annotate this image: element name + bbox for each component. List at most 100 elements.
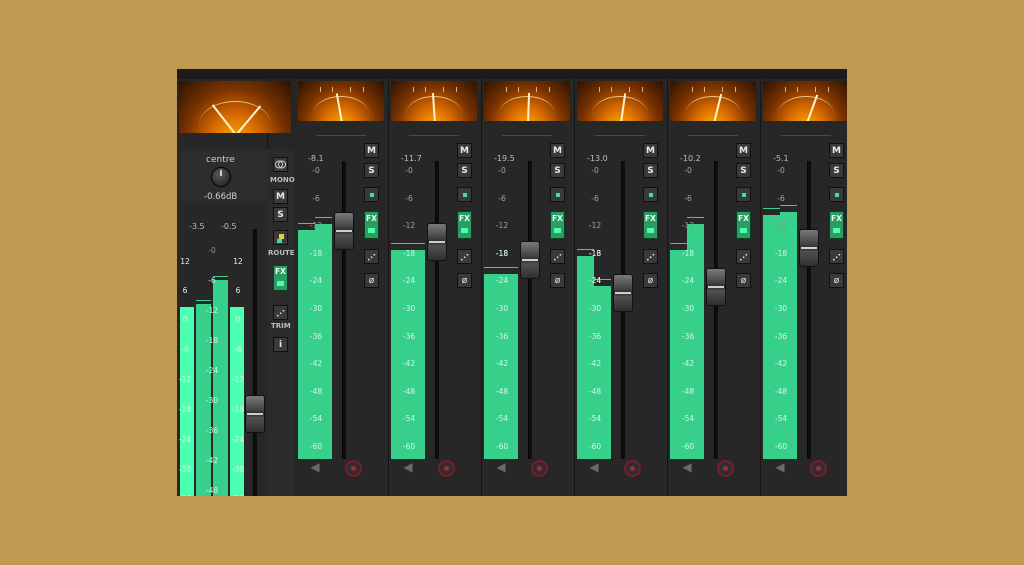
- channel-mute-button[interactable]: M: [457, 143, 472, 158]
- record-icon[interactable]: [438, 460, 455, 477]
- channel-scale-label-overlay: -60: [402, 442, 416, 451]
- record-icon[interactable]: [345, 460, 362, 477]
- channel-phase-button[interactable]: ø: [829, 273, 844, 288]
- channel-mute-button[interactable]: M: [643, 143, 658, 158]
- channel-phase-button[interactable]: ø: [457, 273, 472, 288]
- channel-solo-button[interactable]: S: [643, 163, 658, 178]
- channel-send-button[interactable]: [550, 187, 565, 202]
- speaker-icon[interactable]: ◀: [587, 460, 601, 474]
- channel-scale-label-overlay: -0: [498, 166, 506, 175]
- channel-automation-button[interactable]: ⋰: [736, 249, 751, 264]
- channel-scale-label-overlay: -60: [588, 442, 602, 451]
- channel-solo-button[interactable]: S: [736, 163, 751, 178]
- record-icon[interactable]: [810, 460, 827, 477]
- channel-solo-button[interactable]: S: [550, 163, 565, 178]
- channel-automation-button[interactable]: ⋰: [364, 249, 379, 264]
- channel-scale-label-overlay: -54: [681, 414, 695, 423]
- channel-phase-button[interactable]: ø: [364, 273, 379, 288]
- speaker-icon[interactable]: ◀: [773, 460, 787, 474]
- vu-tick: [319, 86, 321, 93]
- master-fx-label: FX: [275, 267, 286, 276]
- record-icon[interactable]: [717, 460, 734, 477]
- channel-send-button[interactable]: [829, 187, 844, 202]
- vu-arc: [778, 96, 834, 121]
- master-automation-button[interactable]: ⋰: [273, 305, 288, 320]
- fx-active-indicator: [833, 228, 840, 233]
- channel-send-button[interactable]: [736, 187, 751, 202]
- channel-peak-hold: [687, 217, 704, 218]
- channel-scale-label-overlay: -30: [774, 304, 788, 313]
- channel-peak-hold: [391, 243, 408, 244]
- channel-scale-label-overlay: -24: [402, 276, 416, 285]
- channel-solo-button[interactable]: S: [364, 163, 379, 178]
- master-fader-handle[interactable]: [245, 395, 265, 433]
- channel-fader-handle[interactable]: [334, 212, 354, 250]
- channel-fader-handle[interactable]: [613, 274, 633, 312]
- info-button[interactable]: i: [273, 337, 288, 352]
- channel-solo-button[interactable]: S: [457, 163, 472, 178]
- channel-send-button[interactable]: [643, 187, 658, 202]
- automation-icon: ⋰: [460, 253, 469, 262]
- master-scale-right-label: 12: [233, 257, 243, 266]
- channel-strip: -10.2-0-6-12-18-24-30-36-42-48-54-60-0-6…: [668, 79, 761, 496]
- channel-fader-handle[interactable]: [520, 241, 540, 279]
- automation-icon: ⋰: [739, 253, 748, 262]
- master-mute-button[interactable]: M: [273, 189, 288, 204]
- channel-phase-button[interactable]: ø: [736, 273, 751, 288]
- channel-fx-button[interactable]: FX: [457, 211, 472, 239]
- vu-tick: [518, 86, 520, 93]
- master-scale-right-label: -24: [231, 435, 245, 444]
- channel-automation-button[interactable]: ⋰: [457, 249, 472, 264]
- channel-fader-handle[interactable]: [427, 223, 447, 261]
- channel-mute-button[interactable]: M: [364, 143, 379, 158]
- record-icon[interactable]: [624, 460, 641, 477]
- record-icon[interactable]: [531, 460, 548, 477]
- channel-fader-track: [528, 161, 532, 459]
- channel-separator: [781, 135, 831, 136]
- channel-separator: [409, 135, 459, 136]
- channel-fader-track: [342, 161, 346, 459]
- route-button[interactable]: [273, 230, 288, 245]
- channel-send-button[interactable]: [457, 187, 472, 202]
- channel-mute-button[interactable]: M: [736, 143, 751, 158]
- channel-automation-button[interactable]: ⋰: [829, 249, 844, 264]
- vu-tick: [442, 86, 444, 93]
- channel-scale-label-overlay: -12: [402, 221, 416, 230]
- channel-fx-button[interactable]: FX: [736, 211, 751, 239]
- vu-tick: [598, 86, 600, 93]
- channel-scale-label-overlay: -0: [684, 166, 692, 175]
- channel-fx-button[interactable]: FX: [643, 211, 658, 239]
- channel-fx-button[interactable]: FX: [364, 211, 379, 239]
- channel-solo-button[interactable]: S: [829, 163, 844, 178]
- channel-fx-button[interactable]: FX: [550, 211, 565, 239]
- channel-scale-label-overlay: -12: [681, 221, 695, 230]
- master-scale-left-label: -6: [181, 345, 189, 354]
- channel-strip: -11.7-0-6-12-18-24-30-36-42-48-54-60-0-6…: [389, 79, 482, 496]
- master-solo-button[interactable]: S: [273, 207, 288, 222]
- channel-mute-button[interactable]: M: [829, 143, 844, 158]
- channel-fader-handle[interactable]: [799, 229, 819, 267]
- channel-fx-button[interactable]: FX: [829, 211, 844, 239]
- channel-mute-button[interactable]: M: [550, 143, 565, 158]
- channel-automation-button[interactable]: ⋰: [550, 249, 565, 264]
- stereo-link-button[interactable]: [273, 157, 288, 172]
- channel-scale-label-overlay: -6: [777, 194, 785, 203]
- channel-scale-label-overlay: -18: [402, 249, 416, 258]
- speaker-icon[interactable]: ◀: [680, 460, 694, 474]
- channel-phase-button[interactable]: ø: [550, 273, 565, 288]
- channel-meter-bar: [298, 230, 315, 459]
- channel-scale-label-overlay: -12: [309, 221, 323, 230]
- master-scale-center-label: -42: [205, 456, 219, 465]
- master-fx-button[interactable]: FX: [273, 265, 288, 291]
- channel-fx-label: FX: [366, 214, 377, 223]
- channel-scale-label-overlay: -12: [495, 221, 509, 230]
- speaker-icon[interactable]: ◀: [401, 460, 415, 474]
- phase-invert-icon: ø: [647, 276, 654, 286]
- channel-fader-handle[interactable]: [706, 268, 726, 306]
- channel-scale-label-overlay: -54: [588, 414, 602, 423]
- channel-phase-button[interactable]: ø: [643, 273, 658, 288]
- speaker-icon[interactable]: ◀: [494, 460, 508, 474]
- channel-send-button[interactable]: [364, 187, 379, 202]
- channel-automation-button[interactable]: ⋰: [643, 249, 658, 264]
- speaker-icon[interactable]: ◀: [308, 460, 322, 474]
